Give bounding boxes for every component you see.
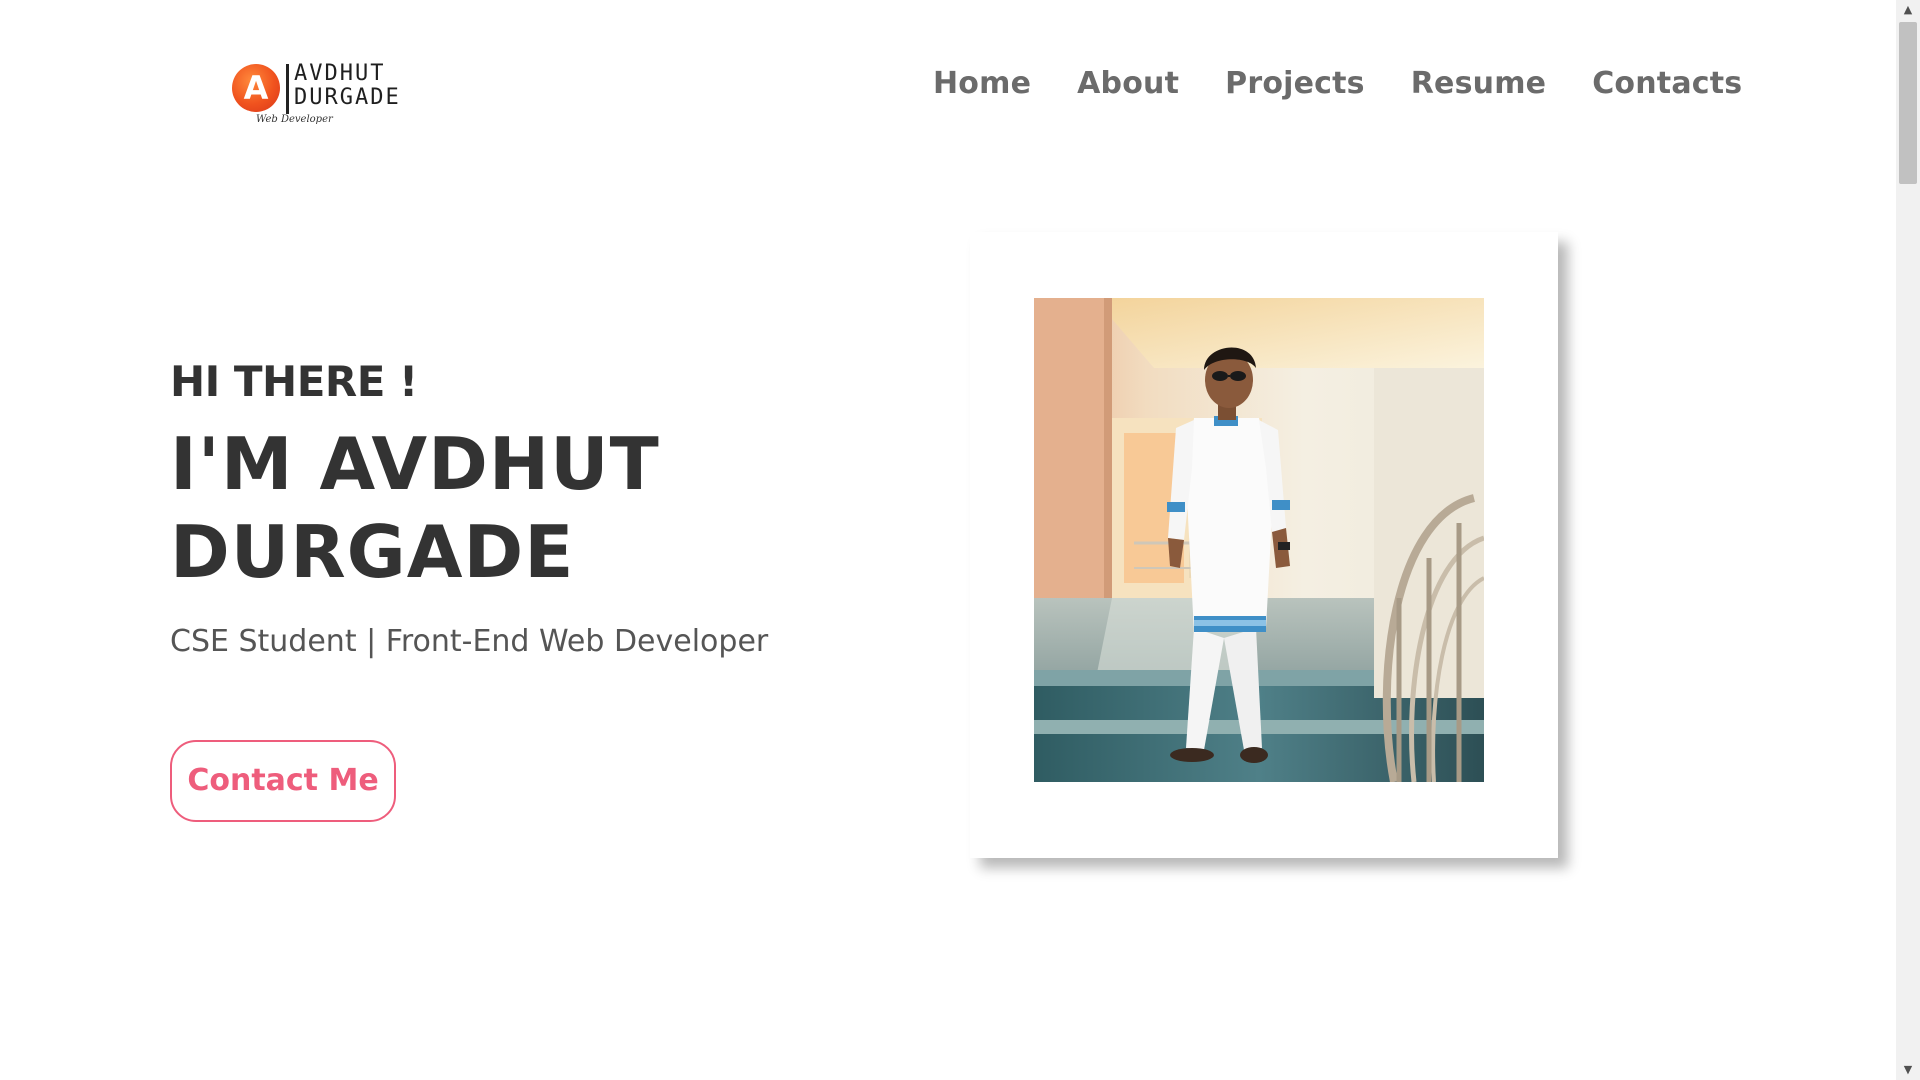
- nav-projects[interactable]: Projects: [1225, 66, 1365, 101]
- triangle-down-icon[interactable]: ▼: [1896, 1060, 1920, 1080]
- contact-me-button[interactable]: Contact Me: [170, 740, 396, 822]
- triangle-up-icon[interactable]: ▲: [1896, 0, 1920, 20]
- logo-name: AVDHUT DURGADE: [294, 62, 401, 110]
- hero-name-line1: I'M AVDHUT: [170, 422, 660, 506]
- scrollbar-thumb[interactable]: [1899, 22, 1917, 184]
- profile-photo-illustration: [1034, 298, 1484, 782]
- hero-name-line2: DURGADE: [170, 510, 575, 594]
- logo-divider: [286, 64, 289, 114]
- logo-name-line1: AVDHUT: [294, 61, 386, 86]
- logo-name-line2: DURGADE: [294, 85, 401, 110]
- hero-subtitle: CSE Student | Front-End Web Developer: [170, 624, 769, 659]
- logo-tagline: Web Developer: [256, 114, 333, 125]
- hero-greeting: HI THERE !: [170, 357, 418, 406]
- main-nav: Home About Projects Resume Contacts: [933, 66, 1742, 101]
- nav-contacts[interactable]: Contacts: [1592, 66, 1742, 101]
- nav-resume[interactable]: Resume: [1411, 66, 1546, 101]
- logo-initial-icon: A: [232, 64, 280, 112]
- site-logo[interactable]: A AVDHUT DURGADE Web Developer: [232, 60, 422, 130]
- hero-name: I'M AVDHUT DURGADE: [170, 420, 870, 596]
- profile-photo: [1034, 298, 1484, 782]
- nav-about[interactable]: About: [1077, 66, 1179, 101]
- page: A AVDHUT DURGADE Web Developer Home Abou…: [0, 0, 1920, 1080]
- nav-home[interactable]: Home: [933, 66, 1031, 101]
- vertical-scrollbar[interactable]: ▲ ▼: [1896, 0, 1920, 1080]
